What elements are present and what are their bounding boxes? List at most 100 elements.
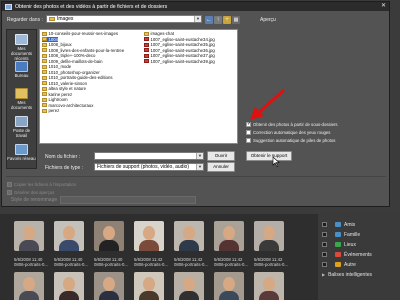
preview-label: Aperçu xyxy=(260,17,276,23)
tag-label: Balises intelligentes xyxy=(328,271,372,278)
tag-label: Famille xyxy=(344,231,361,238)
open-button[interactable]: Ouvrir xyxy=(207,151,235,161)
tag-checkbox[interactable] xyxy=(322,252,327,257)
place-label: Bureau xyxy=(14,73,29,78)
folder-icon xyxy=(42,42,47,47)
thumbnail-caption: 5/6/2008 11:40 0806-portraits-0... xyxy=(54,257,88,267)
get-media-button[interactable]: Obtenir le support xyxy=(246,151,292,161)
place-my-documents[interactable]: Mes documents xyxy=(7,86,36,112)
chevron-down-icon[interactable]: ▼ xyxy=(196,153,203,159)
place-computer[interactable]: Poste de travail xyxy=(7,114,36,140)
place-label: Mes documents xyxy=(10,100,33,110)
chevron-down-icon[interactable]: ▼ xyxy=(196,164,203,170)
thumbnail-caption: 5/6/2008 11:42 0806-portraits-0... xyxy=(134,257,168,267)
tag-checkbox[interactable] xyxy=(322,242,327,247)
checkbox-label: Suggestion automatique de piles de photo… xyxy=(253,137,336,143)
chevron-down-icon[interactable]: ▼ xyxy=(194,16,201,22)
checkbox[interactable] xyxy=(246,137,251,143)
list-item[interactable]: 1007_eglise-saint-eustache39.jpg xyxy=(144,59,215,65)
application-icon xyxy=(5,3,12,10)
photo-thumbnail[interactable] xyxy=(94,272,124,300)
photo-thumbnail[interactable] xyxy=(134,221,164,251)
checkbox-stacks[interactable]: Suggestion automatique de piles de photo… xyxy=(246,137,335,143)
tag-item-evenements[interactable]: Événements xyxy=(322,250,398,259)
thumbnail-row-2 xyxy=(2,272,318,300)
image-file-icon xyxy=(144,37,149,41)
folder-icon xyxy=(42,86,47,91)
thumbnail-caption: 5/6/2008 11:40 0806-portraits-0... xyxy=(94,257,128,267)
folder-icon xyxy=(42,53,47,58)
image-file-icon xyxy=(144,59,149,63)
dialog-titlebar[interactable]: Obtenir des photos et des vidéos à parti… xyxy=(2,2,389,11)
expand-arrow-icon[interactable]: ▶ xyxy=(322,272,325,277)
photo-thumbnail[interactable] xyxy=(174,272,204,300)
photo-thumbnail[interactable] xyxy=(14,272,44,300)
back-icon[interactable]: ← xyxy=(205,16,213,24)
place-desktop[interactable]: Bureau xyxy=(7,59,36,85)
tag-item-amis[interactable]: Amis xyxy=(322,220,398,229)
place-label: Favoris réseau xyxy=(7,156,36,161)
checkbox-copy-files[interactable]: Copier les fichiers à l'importation xyxy=(7,181,76,187)
filename-field[interactable]: ▼ xyxy=(94,152,204,160)
folder-icon xyxy=(42,70,47,74)
look-in-dropdown[interactable]: Images ▼ xyxy=(46,15,202,23)
view-menu-icon[interactable]: ▦ xyxy=(232,16,240,24)
tag-item-autre[interactable]: Autre xyxy=(322,260,398,269)
cancel-button[interactable]: Annuler xyxy=(207,162,235,172)
mouse-cursor-icon xyxy=(272,157,280,167)
divider xyxy=(6,176,386,177)
folder-icon xyxy=(42,103,47,107)
tag-item-balises-intelligentes[interactable]: ▶ Balises intelligentes xyxy=(322,270,398,279)
checkbox-subfolders[interactable]: ✓ Obtenir des photos à partir de sous-do… xyxy=(246,121,338,127)
up-folder-icon[interactable]: ↑ xyxy=(214,16,222,24)
close-icon[interactable]: ✕ xyxy=(380,3,387,10)
filetype-value: Fichiers de support (photos, vidéo, audi… xyxy=(97,164,189,170)
open-files-dialog: Obtenir des photos et des vidéos à parti… xyxy=(1,1,390,207)
folder-icon xyxy=(144,31,149,36)
photo-thumbnail[interactable] xyxy=(134,272,164,300)
photo-thumbnail[interactable] xyxy=(254,221,284,251)
checkbox-disabled[interactable] xyxy=(7,181,12,187)
rename-field[interactable] xyxy=(60,196,196,204)
folder-icon xyxy=(42,64,47,69)
tag-checkbox[interactable] xyxy=(322,222,327,227)
tag-item-famille[interactable]: Famille xyxy=(322,230,398,239)
tag-checkbox[interactable] xyxy=(322,232,327,237)
photo-thumbnail[interactable] xyxy=(14,221,44,251)
tag-label: Événements xyxy=(344,251,372,258)
place-recent-documents[interactable]: Mes documents récents xyxy=(7,32,36,61)
checkbox-red-eye[interactable]: Correction automatique des yeux rouges xyxy=(246,129,330,135)
place-label: Poste de travail xyxy=(13,128,30,138)
place-network[interactable]: Favoris réseau xyxy=(7,142,36,168)
photo-thumbnail[interactable] xyxy=(214,272,244,300)
photo-thumbnail[interactable] xyxy=(54,221,84,251)
folder-icon xyxy=(42,97,47,102)
rename-label: Style de renommage xyxy=(11,197,58,203)
photo-thumbnail[interactable] xyxy=(214,221,244,251)
filetype-dropdown[interactable]: Fichiers de support (photos, vidéo, audi… xyxy=(94,163,204,171)
checkbox-disabled[interactable] xyxy=(7,189,12,195)
tag-checkbox[interactable] xyxy=(322,262,327,267)
photo-thumbnail[interactable] xyxy=(174,221,204,251)
list-item[interactable]: perez xyxy=(42,108,59,114)
look-in-value: Images xyxy=(57,16,74,22)
thumbnail-row-1 xyxy=(2,221,318,251)
folder-icon xyxy=(42,48,47,52)
image-file-icon xyxy=(144,48,149,52)
checkbox-checked[interactable]: ✓ xyxy=(246,121,251,127)
red-arrow-annotation xyxy=(250,89,285,120)
checkbox[interactable] xyxy=(246,129,251,135)
filetype-label: Fichiers de type : xyxy=(45,165,84,171)
checkbox-generate-previews[interactable]: Générer des aperçus xyxy=(7,189,54,195)
look-in-label: Regarder dans : xyxy=(7,17,43,23)
folder-icon xyxy=(42,108,47,113)
filename-label: Nom du fichier : xyxy=(45,154,81,160)
tag-item-lieux[interactable]: Lieux xyxy=(322,240,398,249)
photo-thumbnail[interactable] xyxy=(94,221,124,251)
photo-thumbnail[interactable] xyxy=(254,272,284,300)
photo-thumbnail[interactable] xyxy=(54,272,84,300)
file-list[interactable]: 10-conseils-pour-reussir-ses-images 1004… xyxy=(39,29,238,144)
places-bar: Mes documents récents Bureau Mes documen… xyxy=(6,29,37,169)
new-folder-icon[interactable]: + xyxy=(223,16,231,24)
network-icon xyxy=(15,144,28,155)
